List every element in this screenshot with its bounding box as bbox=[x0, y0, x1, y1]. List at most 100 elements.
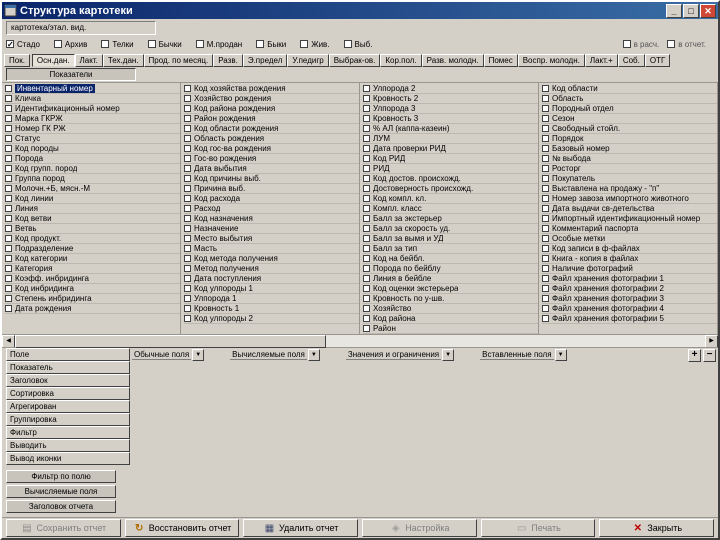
filter-checkbox[interactable]: Телки bbox=[101, 40, 134, 49]
field-checkbox[interactable] bbox=[184, 155, 191, 162]
checkbox-icon[interactable] bbox=[300, 40, 309, 48]
field-item[interactable]: Код хозяйства рождения bbox=[184, 84, 359, 94]
field-checkbox[interactable] bbox=[363, 245, 370, 252]
field-item[interactable]: Область рождения bbox=[184, 134, 359, 144]
report-name-field[interactable]: картотека/этал. вид. bbox=[6, 21, 156, 35]
add-field-button[interactable]: + bbox=[688, 348, 701, 362]
field-item[interactable]: Код метода получения bbox=[184, 254, 359, 264]
grid-row-header-button[interactable]: Сортировка bbox=[6, 387, 130, 400]
field-checkbox[interactable] bbox=[184, 285, 191, 292]
field-item[interactable]: Линия в бейбле bbox=[363, 274, 538, 284]
filter-checkbox[interactable]: Стадо bbox=[6, 40, 40, 49]
field-item[interactable]: Порода bbox=[5, 154, 180, 164]
filter-checkbox[interactable]: Бычки bbox=[147, 40, 182, 49]
field-item[interactable]: Причина выб. bbox=[184, 184, 359, 194]
field-checkbox[interactable] bbox=[542, 255, 549, 262]
checkbox-icon[interactable] bbox=[343, 40, 352, 48]
field-item[interactable]: РИД bbox=[363, 164, 538, 174]
tab[interactable]: Тех.дан. bbox=[102, 54, 144, 67]
field-checkbox[interactable] bbox=[542, 235, 549, 242]
field-checkbox[interactable] bbox=[5, 255, 12, 262]
field-checkbox[interactable] bbox=[5, 305, 12, 312]
checkbox-icon[interactable] bbox=[667, 40, 676, 48]
field-checkbox[interactable] bbox=[5, 195, 12, 202]
filter-checkbox[interactable]: М.продан bbox=[195, 40, 242, 49]
filter-checkbox[interactable]: в расч. bbox=[622, 40, 659, 49]
field-item[interactable]: Код назначения bbox=[184, 214, 359, 224]
grid-row-header-button[interactable]: Заголовок bbox=[6, 374, 130, 387]
field-checkbox[interactable] bbox=[5, 165, 12, 172]
field-item[interactable]: Назначение bbox=[184, 224, 359, 234]
field-item[interactable]: Код категории bbox=[5, 254, 180, 264]
field-item[interactable]: Сезон bbox=[542, 114, 717, 124]
field-checkbox[interactable] bbox=[5, 145, 12, 152]
field-item[interactable]: Импортный идентификационный номер bbox=[542, 214, 717, 224]
field-item[interactable]: Код улпороды 1 bbox=[184, 284, 359, 294]
toolbar-button[interactable]: Удалить отчет bbox=[243, 519, 359, 537]
field-checkbox[interactable] bbox=[363, 125, 370, 132]
field-checkbox[interactable] bbox=[5, 95, 12, 102]
field-item[interactable]: Балл за тип bbox=[363, 244, 538, 254]
field-checkbox[interactable] bbox=[184, 275, 191, 282]
field-item[interactable]: Код расхода bbox=[184, 194, 359, 204]
field-checkbox[interactable] bbox=[184, 315, 191, 322]
field-checkbox[interactable] bbox=[5, 245, 12, 252]
field-item[interactable]: Код улпороды 2 bbox=[184, 314, 359, 324]
side-button[interactable]: Фильтр по полю bbox=[6, 470, 116, 483]
field-checkbox[interactable] bbox=[5, 215, 12, 222]
dropdown-arrow-icon[interactable]: ▼ bbox=[192, 349, 205, 361]
field-item[interactable]: Код РИД bbox=[363, 154, 538, 164]
field-checkbox[interactable] bbox=[542, 95, 549, 102]
dropdown-arrow-icon[interactable]: ▼ bbox=[307, 349, 320, 361]
field-checkbox[interactable] bbox=[5, 115, 12, 122]
field-item[interactable]: Кровность 1 bbox=[184, 304, 359, 314]
field-item[interactable]: Код района bbox=[363, 314, 538, 324]
field-item[interactable]: Кровность 2 bbox=[363, 94, 538, 104]
field-checkbox[interactable] bbox=[5, 105, 12, 112]
field-checkbox[interactable] bbox=[5, 175, 12, 182]
field-item[interactable]: Подразделение bbox=[5, 244, 180, 254]
tab[interactable]: Выбрак-ов. bbox=[328, 54, 381, 67]
field-checkbox[interactable] bbox=[363, 275, 370, 282]
field-checkbox[interactable] bbox=[363, 235, 370, 242]
field-item[interactable]: Инвентарный номер bbox=[5, 84, 180, 94]
field-item[interactable]: Код породы bbox=[5, 144, 180, 154]
field-item[interactable]: № выбода bbox=[542, 154, 717, 164]
field-checkbox[interactable] bbox=[184, 205, 191, 212]
field-checkbox[interactable] bbox=[184, 125, 191, 132]
filter-checkbox[interactable]: в отчет. bbox=[667, 40, 706, 49]
field-item[interactable]: Улпорода 2 bbox=[363, 84, 538, 94]
field-item[interactable]: Коэфф. инбридинга bbox=[5, 274, 180, 284]
field-checkbox[interactable] bbox=[5, 155, 12, 162]
field-item[interactable]: Файл хранения фотографии 2 bbox=[542, 284, 717, 294]
field-item[interactable]: Район рождения bbox=[184, 114, 359, 124]
field-checkbox[interactable] bbox=[184, 235, 191, 242]
field-checkbox[interactable] bbox=[184, 175, 191, 182]
field-checkbox[interactable] bbox=[5, 125, 12, 132]
tab[interactable]: Помес bbox=[483, 54, 518, 67]
field-checkbox[interactable] bbox=[363, 295, 370, 302]
grid-column-header[interactable]: Значения и ограничения ▼ bbox=[345, 349, 455, 361]
field-item[interactable]: Масть bbox=[184, 244, 359, 254]
tab[interactable]: Лакт.+ bbox=[584, 54, 618, 67]
tab[interactable]: Воспр. молодн. bbox=[517, 54, 585, 67]
field-checkbox[interactable] bbox=[363, 255, 370, 262]
grid-row-header-button[interactable]: Агрегирован bbox=[6, 400, 130, 413]
checkbox-icon[interactable] bbox=[101, 40, 110, 48]
field-item[interactable]: Код оценки экстерьера bbox=[363, 284, 538, 294]
field-item[interactable]: Код области рождения bbox=[184, 124, 359, 134]
filter-checkbox[interactable]: Архив bbox=[53, 40, 87, 49]
field-checkbox[interactable] bbox=[184, 105, 191, 112]
minimize-button[interactable]: _ bbox=[666, 3, 682, 18]
field-checkbox[interactable] bbox=[542, 165, 549, 172]
field-checkbox[interactable] bbox=[542, 175, 549, 182]
tab[interactable]: У.педигр bbox=[287, 54, 329, 67]
field-item[interactable]: Категория bbox=[5, 264, 180, 274]
field-checkbox[interactable] bbox=[184, 265, 191, 272]
field-item[interactable]: Порода по бейблу bbox=[363, 264, 538, 274]
field-checkbox[interactable] bbox=[5, 135, 12, 142]
title-bar[interactable]: Структура картотеки _ □ ✕ bbox=[2, 2, 718, 19]
field-checkbox[interactable] bbox=[542, 265, 549, 272]
field-checkbox[interactable] bbox=[363, 325, 370, 332]
field-item[interactable]: Улпорода 1 bbox=[184, 294, 359, 304]
